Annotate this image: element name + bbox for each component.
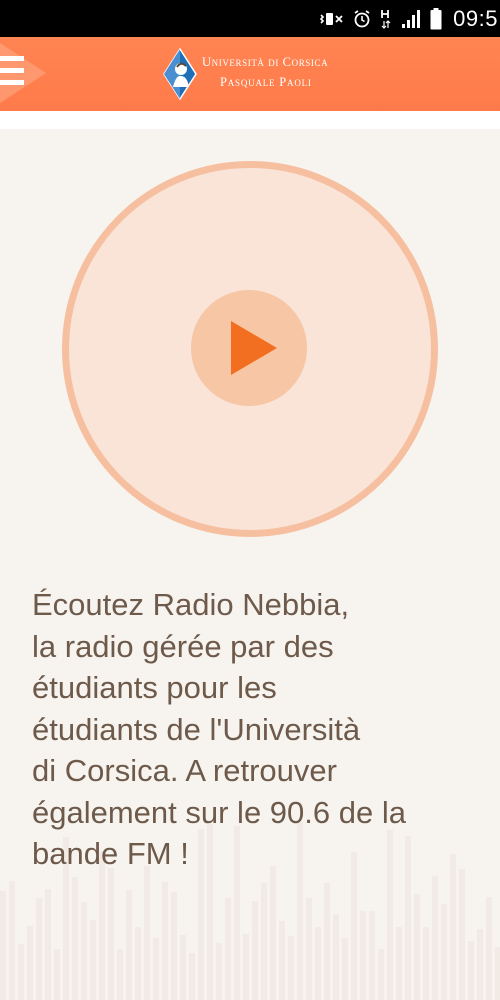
equalizer-bar xyxy=(135,927,141,1000)
app-bar: Università di Corsica Pasquale Paoli xyxy=(0,37,500,111)
equalizer-bar xyxy=(315,927,321,1000)
status-icons: 09:5 xyxy=(318,0,500,37)
equalizer-bar xyxy=(495,947,500,1000)
equalizer-bar xyxy=(432,876,438,1000)
equalizer-bar xyxy=(360,911,366,1000)
play-button[interactable] xyxy=(191,290,307,406)
equalizer-bar xyxy=(378,949,384,1000)
equalizer-bar xyxy=(9,881,15,1000)
description-line: bande FM ! xyxy=(32,836,189,871)
description-line: di Corsica. A retrouver xyxy=(32,753,337,788)
description-text: Écoutez Radio Nebbia, la radio gérée par… xyxy=(32,584,472,875)
equalizer-bar xyxy=(459,869,465,1000)
equalizer-bar xyxy=(108,868,114,1000)
equalizer-bar xyxy=(243,934,249,1000)
equalizer-bar xyxy=(54,949,60,1000)
logo-line-2: Pasquale Paoli xyxy=(220,75,312,89)
equalizer-bar xyxy=(90,920,96,1000)
equalizer-bar xyxy=(441,904,447,1000)
equalizer-bar xyxy=(27,926,33,1000)
description-line: également sur le 90.6 de la xyxy=(32,794,406,830)
description-line: étudiants de l'Università xyxy=(32,711,361,747)
equalizer-bar xyxy=(423,927,429,1000)
alarm-icon xyxy=(354,9,370,27)
equalizer-bar xyxy=(126,890,132,1000)
equalizer-bar xyxy=(162,882,168,1000)
equalizer-bar xyxy=(450,854,456,1000)
equalizer-bar xyxy=(81,902,87,1000)
equalizer-bar xyxy=(324,883,330,1000)
status-time: 09:5 xyxy=(453,5,498,31)
equalizer-bar xyxy=(153,938,159,1000)
equalizer-bar xyxy=(180,935,186,1000)
crest-icon xyxy=(163,47,197,101)
equalizer-bar xyxy=(261,883,267,1000)
equalizer-bar xyxy=(189,953,195,1000)
status-bar: 09:5 xyxy=(0,0,500,37)
equalizer-bar xyxy=(342,938,348,1000)
hamburger-menu-icon xyxy=(0,43,46,103)
logo-line-1: Università di Corsica xyxy=(202,55,329,69)
equalizer-bar xyxy=(216,943,222,1000)
equalizer-bar xyxy=(333,914,339,1000)
description-line: Écoutez Radio Nebbia, xyxy=(32,587,350,622)
equalizer-bar xyxy=(486,897,492,1000)
equalizer-bar xyxy=(117,949,123,1000)
mute-vibrate-icon xyxy=(320,12,343,25)
equalizer-bar xyxy=(414,894,420,1000)
equalizer-bar xyxy=(36,898,42,1000)
equalizer-bar xyxy=(306,898,312,1000)
description-line: étudiants pour les xyxy=(32,670,277,705)
equalizer-bar xyxy=(72,877,78,1000)
play-icon xyxy=(231,321,277,375)
equalizer-bar xyxy=(468,941,474,1000)
signal-icon xyxy=(402,9,421,28)
equalizer-bar xyxy=(270,866,276,1000)
battery-icon xyxy=(430,7,442,29)
hplus-data-icon xyxy=(381,9,391,29)
equalizer-bar xyxy=(0,891,6,1000)
equalizer-bar xyxy=(18,944,24,1000)
description-line: la radio gérée par des xyxy=(32,628,334,664)
equalizer-bar xyxy=(171,892,177,1000)
equalizer-bar xyxy=(288,936,294,1000)
equalizer-bar xyxy=(369,911,375,1000)
equalizer-bar xyxy=(45,889,51,1000)
equalizer-bar xyxy=(279,921,285,1000)
menu-button[interactable] xyxy=(0,37,70,111)
header-separator xyxy=(0,111,500,129)
university-logo: Università di Corsica Pasquale Paoli xyxy=(162,47,362,101)
equalizer-bar xyxy=(252,901,258,1000)
equalizer-bar xyxy=(396,927,402,1000)
equalizer-bar xyxy=(225,898,231,1000)
equalizer-bar xyxy=(477,929,483,1000)
equalizer-bar xyxy=(144,866,150,1000)
